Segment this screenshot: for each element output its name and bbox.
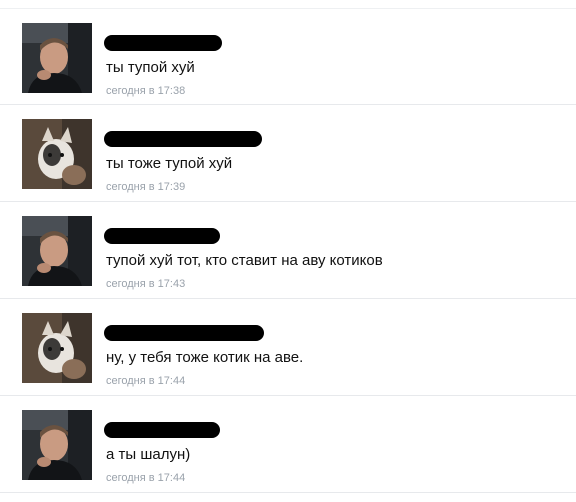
redacted-username: [104, 131, 262, 147]
comment-timestamp[interactable]: сегодня в 17:43: [106, 278, 185, 290]
comment-item: ты тоже тупой хуй сегодня в 17:39: [0, 105, 576, 202]
comment-timestamp[interactable]: сегодня в 17:38: [106, 85, 185, 97]
avatar[interactable]: [22, 119, 92, 189]
comment-text: а ты шалун): [106, 446, 191, 463]
avatar[interactable]: [22, 313, 92, 383]
comment-item: тупой хуй тот, кто ставит на аву котиков…: [0, 202, 576, 299]
redacted-username: [104, 325, 264, 341]
avatar[interactable]: [22, 23, 92, 93]
comment-text: тупой хуй тот, кто ставит на аву котиков: [106, 252, 383, 269]
comment-item: ну, у тебя тоже котик на аве. сегодня в …: [0, 299, 576, 396]
redacted-username: [104, 228, 220, 244]
redacted-username: [104, 422, 220, 438]
comment-text: ну, у тебя тоже котик на аве.: [106, 349, 304, 366]
avatar[interactable]: [22, 410, 92, 480]
man-avatar-icon: [22, 216, 92, 286]
cat-avatar-icon: [22, 119, 92, 189]
comment-timestamp[interactable]: сегодня в 17:44: [106, 472, 185, 484]
comment-text: ты тупой хуй: [106, 59, 195, 76]
comment-item: ты тупой хуй сегодня в 17:38: [0, 8, 576, 105]
avatar[interactable]: [22, 216, 92, 286]
comment-text: ты тоже тупой хуй: [106, 155, 233, 172]
comment-feed: ты тупой хуй сегодня в 17:38 ты тоже туп…: [0, 0, 576, 502]
redacted-username: [104, 35, 222, 51]
comment-item: а ты шалун) сегодня в 17:44: [0, 396, 576, 493]
comment-timestamp[interactable]: сегодня в 17:39: [106, 181, 185, 193]
cat-avatar-icon: [22, 313, 92, 383]
man-avatar-icon: [22, 410, 92, 480]
man-avatar-icon: [22, 23, 92, 93]
comment-timestamp[interactable]: сегодня в 17:44: [106, 375, 185, 387]
